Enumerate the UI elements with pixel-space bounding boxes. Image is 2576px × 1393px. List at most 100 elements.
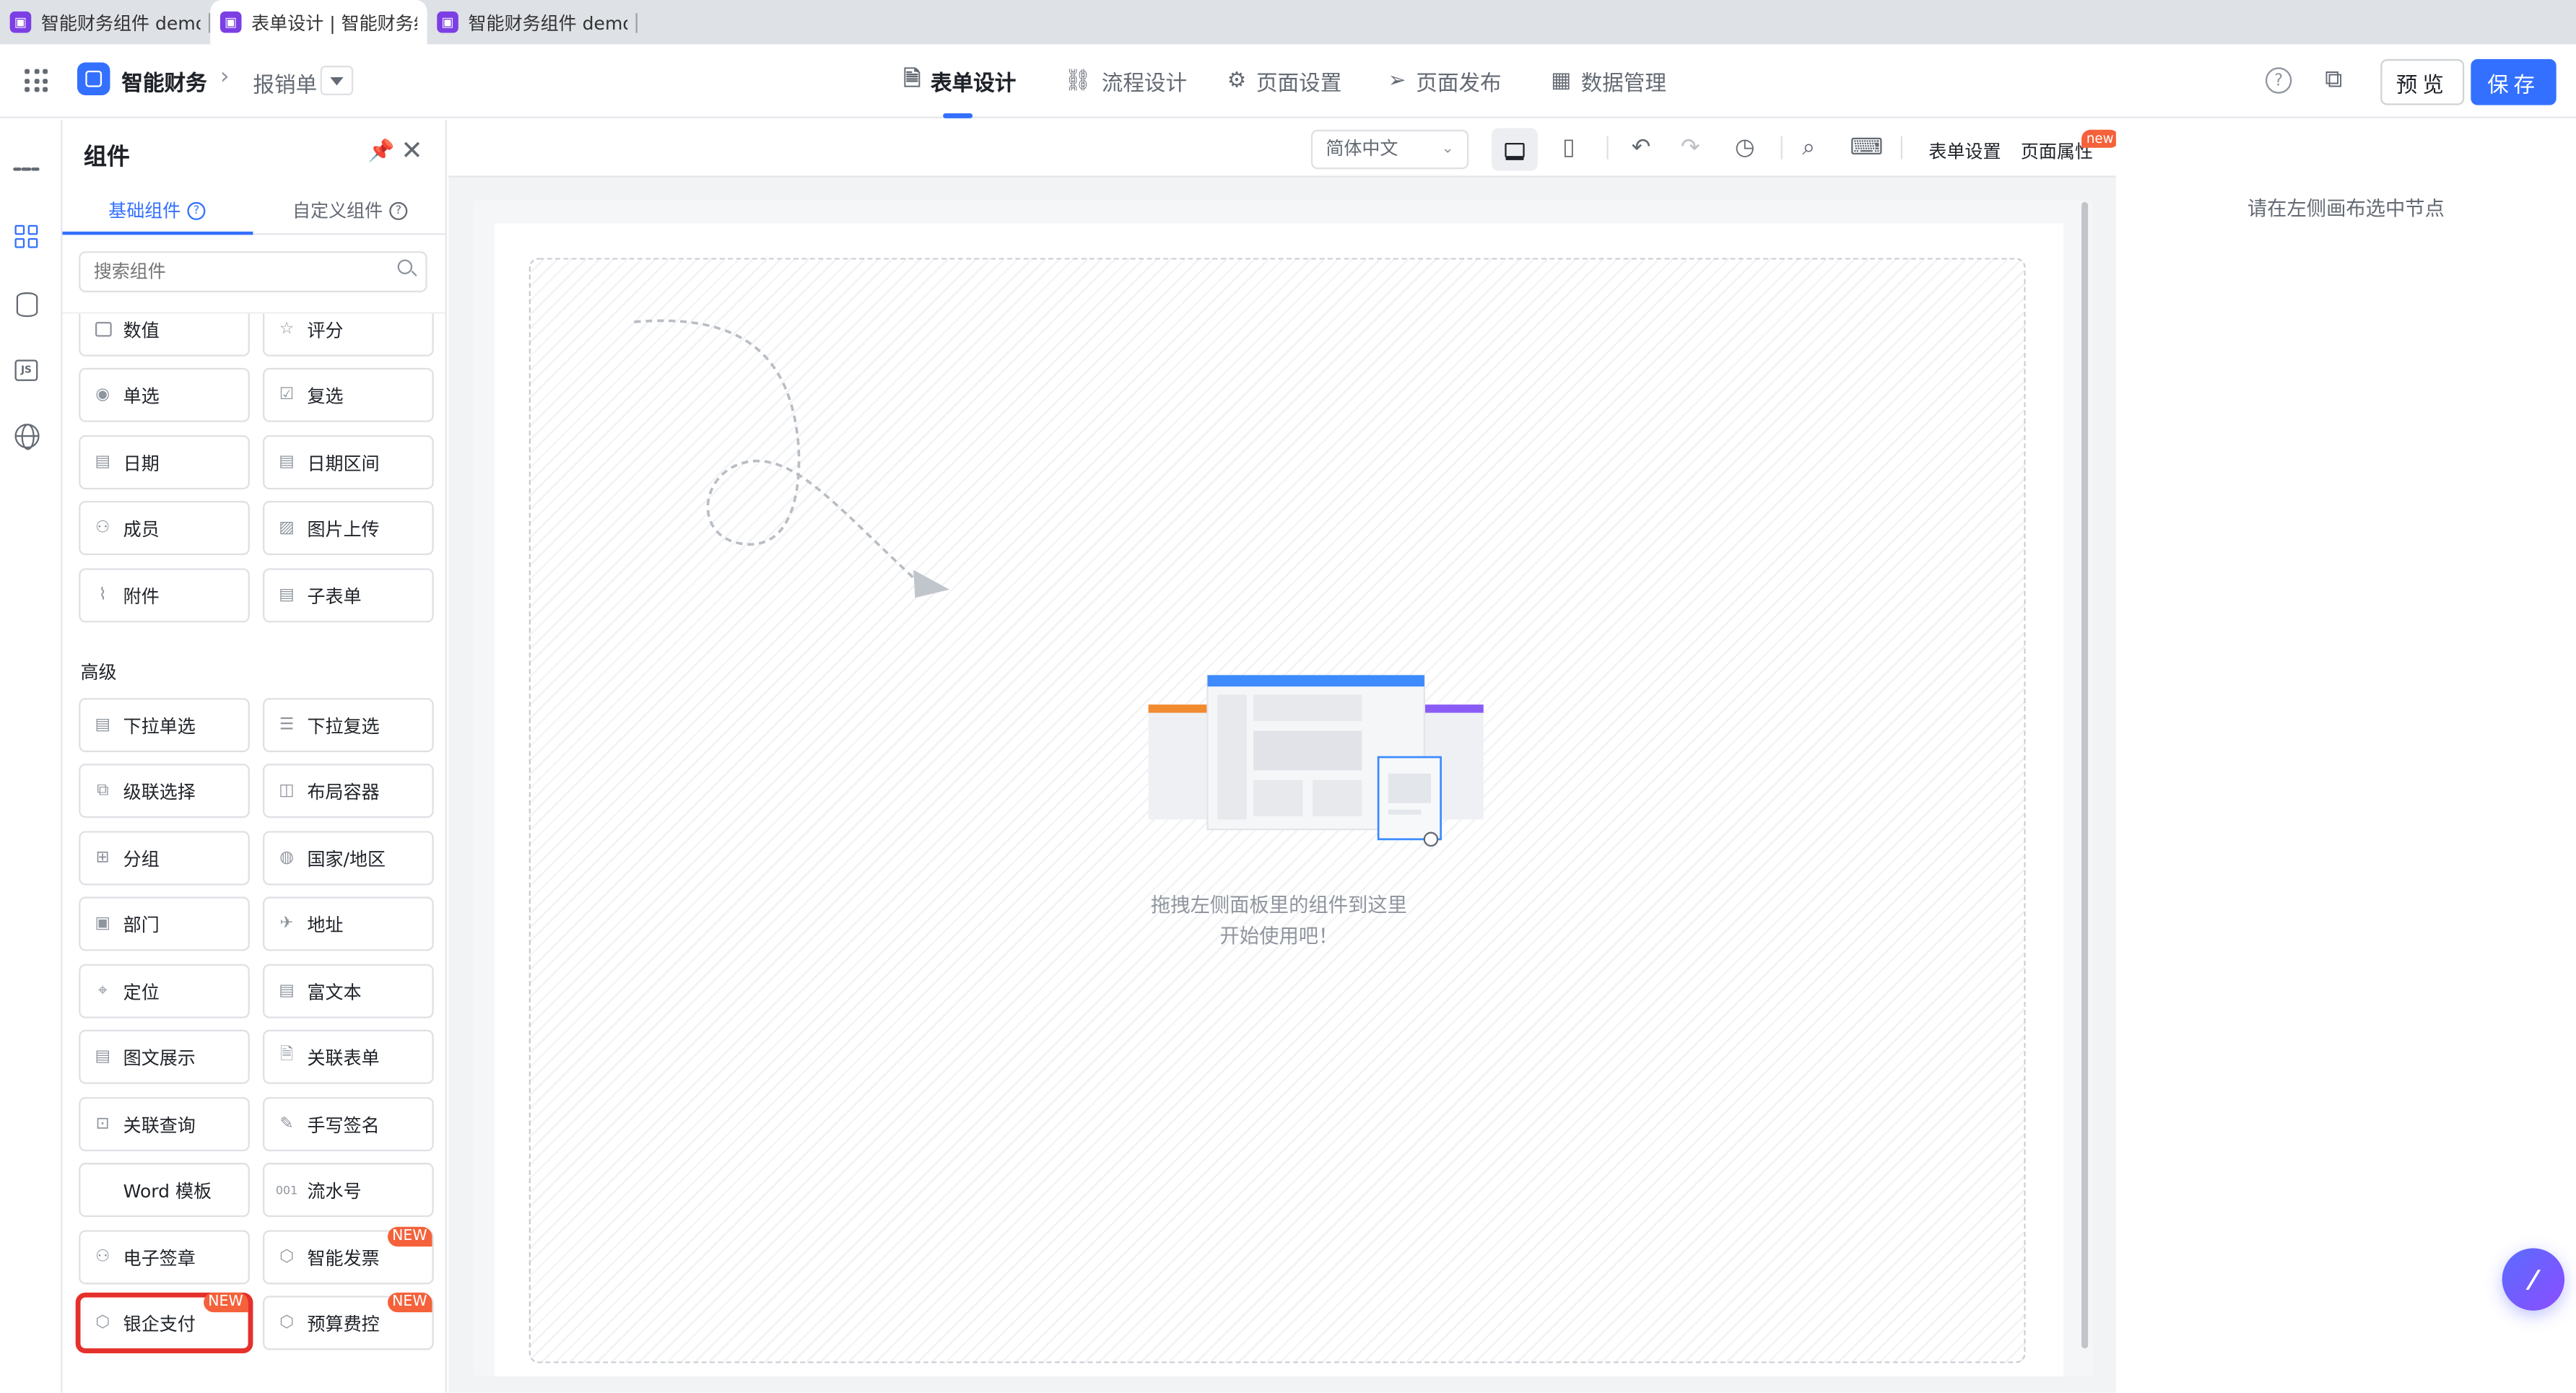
canvas-scrollbar[interactable] <box>2081 201 2089 1349</box>
component-item-rating[interactable]: ☆ 评分 <box>263 313 434 357</box>
map-icon: ✈ <box>279 914 294 933</box>
component-item-bank-payment[interactable]: ⬡ 银企支付 NEW <box>79 1292 250 1350</box>
table-icon: ▦ <box>1551 69 1572 94</box>
components-grid-icon[interactable] <box>13 223 39 249</box>
component-item-address[interactable]: ✈ 地址 <box>263 896 434 951</box>
user-icon: ⚇ <box>95 519 110 538</box>
pin-icon[interactable]: 📌 <box>368 139 395 164</box>
browser-tab[interactable]: ▣ 智能财务组件 demo <box>427 0 638 44</box>
redo-icon[interactable]: ↷ <box>1681 135 1700 161</box>
tab-flow-design[interactable]: ⛓ 流程设计 <box>1065 44 1188 118</box>
drop-zone[interactable]: 拖拽左侧面板里的组件到这里 开始使用吧！ <box>528 258 2026 1363</box>
mobile-view-icon[interactable]: ▯ <box>1562 135 1575 161</box>
tab-page-publish[interactable]: ➢ 页面发布 <box>1388 44 1502 118</box>
doc-icon: 🗎 <box>903 66 921 92</box>
component-item-radio[interactable]: ◉ 单选 <box>79 367 250 422</box>
form-settings-button[interactable]: 表单设置 <box>1928 138 2001 164</box>
close-icon[interactable]: ✕ <box>401 135 423 166</box>
panel-title: 组件 <box>84 144 130 171</box>
left-rail: JS <box>0 120 63 1393</box>
save-button[interactable]: 保存 <box>2471 58 2557 105</box>
component-item-location[interactable]: ⌖ 定位 <box>79 964 250 1018</box>
component-item-number[interactable]: 数值 <box>79 313 250 357</box>
component-item-media[interactable]: ▤ 图文展示 <box>79 1029 250 1084</box>
js-code-icon[interactable]: JS <box>13 357 39 383</box>
component-item-member[interactable]: ⚇ 成员 <box>79 501 250 556</box>
app-launcher-icon[interactable] <box>25 69 48 92</box>
checkbox-icon: ☑ <box>279 385 295 404</box>
drag-hint-arrow <box>634 319 950 598</box>
tab-form-design[interactable]: 🗎 表单设计 <box>903 44 1016 118</box>
puzzle-icon: ⬡ <box>279 1248 294 1267</box>
preview-button[interactable]: 预览 <box>2380 58 2465 105</box>
component-item-budget-control[interactable]: ⬡ 预算费控 NEW <box>263 1292 434 1350</box>
dropdown-multi-icon: ☰ <box>279 716 295 735</box>
tab-basic-components[interactable]: 基础组件 ? <box>108 197 206 223</box>
component-item-query[interactable]: ⊡ 关联查询 <box>79 1097 250 1152</box>
image-icon: ▨ <box>279 519 295 538</box>
component-item-dropdown-single[interactable]: ▤ 下拉单选 <box>79 698 250 753</box>
new-badge: NEW <box>387 1292 432 1313</box>
tab-data-management[interactable]: ▦ 数据管理 <box>1551 44 1666 118</box>
component-item-smart-invoice[interactable]: ⬡ 智能发票 NEW <box>263 1226 434 1285</box>
keyboard-icon[interactable]: ⌨ <box>1850 135 1883 161</box>
ai-assistant-button[interactable]: ⁄ <box>2502 1248 2565 1311</box>
component-item-dropdown-multi[interactable]: ☰ 下拉复选 <box>263 698 434 753</box>
form-switch-dropdown[interactable] <box>320 66 354 95</box>
component-item-department[interactable]: ▣ 部门 <box>79 896 250 951</box>
component-item-date-range[interactable]: ▤ 日期区间 <box>263 435 434 490</box>
desktop-view-button[interactable] <box>1492 128 1538 171</box>
pen-icon: ✎ <box>279 1115 294 1134</box>
globe-icon[interactable] <box>13 422 39 450</box>
breadcrumb-form[interactable]: 报销单 <box>253 67 317 98</box>
component-item-layout[interactable]: ◫ 布局容器 <box>263 764 434 818</box>
component-list[interactable]: 数值 ☆ 评分 ◉ 单选 ☑ 复选 ▤ 日期 ▤ 日期区间 ⚇ 成员 ▨ 图片上… <box>62 313 445 1393</box>
outline-tree-icon[interactable] <box>13 156 40 182</box>
open-external-icon[interactable]: ⧉ <box>2320 65 2348 94</box>
zoom-search-icon[interactable]: ⌕ <box>1802 135 1815 161</box>
magic-wand-icon: ⁄ <box>2531 1263 2536 1296</box>
component-item-group[interactable]: ⊞ 分组 <box>79 831 250 886</box>
components-panel: 组件 📌 ✕ 基础组件 ? 自定义组件 ? 数值 ☆ 评分 ◉ <box>62 120 447 1393</box>
calendar-range-icon: ▤ <box>279 453 295 472</box>
browser-tab-active[interactable]: ▣ 表单设计 | 智能财务组 <box>210 0 427 45</box>
tab-custom-components[interactable]: 自定义组件 ? <box>292 197 408 223</box>
component-item-link-form[interactable]: 🗎 关联表单 <box>263 1029 434 1084</box>
star-icon: ☆ <box>279 320 295 339</box>
globe-icon: ◍ <box>279 849 294 868</box>
component-item-word-template[interactable]: Word 模板 <box>79 1163 250 1218</box>
component-item-date[interactable]: ▤ 日期 <box>79 435 250 490</box>
component-item-image-upload[interactable]: ▨ 图片上传 <box>263 501 434 556</box>
help-icon[interactable]: ? <box>2265 67 2292 94</box>
component-item-signature[interactable]: ✎ 手写签名 <box>263 1097 434 1152</box>
component-item-richtext[interactable]: ▤ 富文本 <box>263 964 434 1018</box>
gear-icon: ⚙ <box>1227 69 1247 94</box>
new-badge: NEW <box>203 1292 248 1313</box>
dropdown-icon: ▤ <box>95 716 110 735</box>
help-circle-icon: ? <box>187 201 206 219</box>
new-badge: NEW <box>387 1226 432 1247</box>
app-name[interactable]: 智能财务 <box>121 66 206 97</box>
active-tab-indicator <box>62 231 253 235</box>
link-form-icon: 🗎 <box>279 1046 294 1065</box>
empty-hint-line2: 开始使用吧！ <box>1219 925 1339 948</box>
language-select[interactable]: 简体中文 ⌄ <box>1310 129 1469 170</box>
search-input[interactable] <box>79 251 427 293</box>
search-icon[interactable] <box>397 259 413 275</box>
browser-tab[interactable]: ▣ 智能财务组件 demo <box>0 0 211 44</box>
media-icon: ▤ <box>95 1047 110 1066</box>
tab-page-settings[interactable]: ⚙ 页面设置 <box>1227 44 1342 118</box>
undo-icon[interactable]: ↶ <box>1632 135 1651 161</box>
component-item-country[interactable]: ◍ 国家/地区 <box>263 831 434 886</box>
datasource-icon[interactable] <box>13 291 39 317</box>
calendar-icon: ▤ <box>95 453 110 472</box>
component-item-subform[interactable]: ▤ 子表单 <box>263 568 434 623</box>
history-icon[interactable]: ◷ <box>1735 135 1755 161</box>
component-item-checkbox[interactable]: ☑ 复选 <box>263 367 434 422</box>
component-item-e-seal[interactable]: ⚇ 电子签章 <box>79 1230 250 1285</box>
component-item-serial[interactable]: 001 流水号 <box>263 1163 434 1218</box>
help-circle-icon: ? <box>389 201 408 219</box>
component-item-attachment[interactable]: ⌇ 附件 <box>79 568 250 623</box>
app-favicon-icon: ▣ <box>437 11 458 33</box>
component-item-cascade[interactable]: ⧉ 级联选择 <box>79 764 250 818</box>
